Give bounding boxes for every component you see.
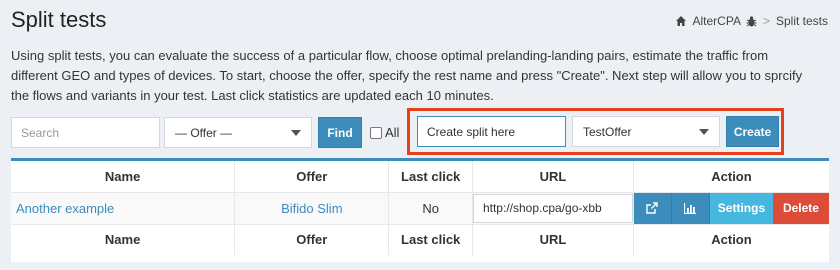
- column-header-name[interactable]: Name: [11, 161, 236, 193]
- footer-header-url: URL: [472, 224, 634, 255]
- action-cell: Settings Delete: [633, 192, 829, 225]
- create-split-highlight: TestOffer Create: [407, 108, 784, 155]
- stats-button[interactable]: [671, 192, 710, 224]
- breadcrumb-home[interactable]: AlterCPA: [692, 14, 740, 28]
- breadcrumb-current: Split tests: [775, 14, 828, 28]
- split-tests-table: Name Offer Last click URL Action Another…: [11, 161, 829, 255]
- filter-bar: — Offer — Find All: [11, 117, 399, 148]
- find-button[interactable]: Find: [318, 117, 362, 148]
- create-button[interactable]: Create: [726, 116, 779, 147]
- all-label: All: [385, 125, 400, 140]
- offer-link[interactable]: Bifido Slim: [281, 201, 342, 216]
- split-tests-table-panel: Name Offer Last click URL Action Another…: [11, 158, 829, 262]
- create-offer-select[interactable]: TestOffer: [572, 116, 720, 147]
- column-header-url: URL: [472, 161, 634, 193]
- offer-filter-select[interactable]: — Offer —: [164, 117, 312, 148]
- delete-button[interactable]: Delete: [772, 192, 829, 224]
- breadcrumb-separator: >: [762, 14, 770, 28]
- table-footer-row: Name Offer Last click URL Action: [11, 224, 829, 255]
- split-name-input[interactable]: [417, 116, 566, 147]
- breadcrumb: AlterCPA > Split tests: [676, 14, 828, 28]
- split-name-cell: Another example: [11, 192, 236, 225]
- bug-icon: [746, 15, 757, 27]
- footer-header-name: Name: [11, 224, 236, 255]
- column-header-last-click[interactable]: Last click: [388, 161, 473, 193]
- footer-header-last-click: Last click: [388, 224, 473, 255]
- offer-filter-value: — Offer —: [175, 125, 233, 140]
- all-checkbox-label[interactable]: All: [370, 125, 399, 140]
- column-header-offer[interactable]: Offer: [234, 161, 390, 193]
- create-offer-value: TestOffer: [583, 124, 632, 139]
- split-name-link[interactable]: Another example: [16, 201, 114, 216]
- bar-chart-icon: [684, 202, 697, 214]
- footer-header-action: Action: [711, 232, 752, 248]
- settings-button[interactable]: Settings: [709, 192, 773, 224]
- chevron-down-icon: [291, 129, 301, 136]
- all-checkbox[interactable]: [370, 126, 382, 139]
- chevron-down-icon: [699, 128, 709, 135]
- table-row: Another example Bifido Slim No http://sh…: [11, 192, 829, 225]
- external-link-icon: [646, 202, 659, 214]
- footer-header-offer: Offer: [234, 224, 390, 255]
- page-header: Split tests AlterCPA > Split tests: [11, 6, 828, 36]
- open-link-button[interactable]: [633, 192, 672, 224]
- last-click-cell: No: [388, 192, 473, 225]
- table-header-row: Name Offer Last click URL Action: [11, 161, 829, 193]
- offer-cell: Bifido Slim: [234, 192, 390, 225]
- row-actions: Settings Delete: [633, 192, 829, 224]
- url-cell: [472, 192, 634, 225]
- column-header-action: Action: [633, 161, 829, 193]
- description-text: Using split tests, you can evaluate the …: [11, 48, 803, 103]
- home-icon[interactable]: [676, 16, 687, 26]
- search-input[interactable]: [11, 117, 160, 148]
- split-url-input[interactable]: [472, 193, 633, 223]
